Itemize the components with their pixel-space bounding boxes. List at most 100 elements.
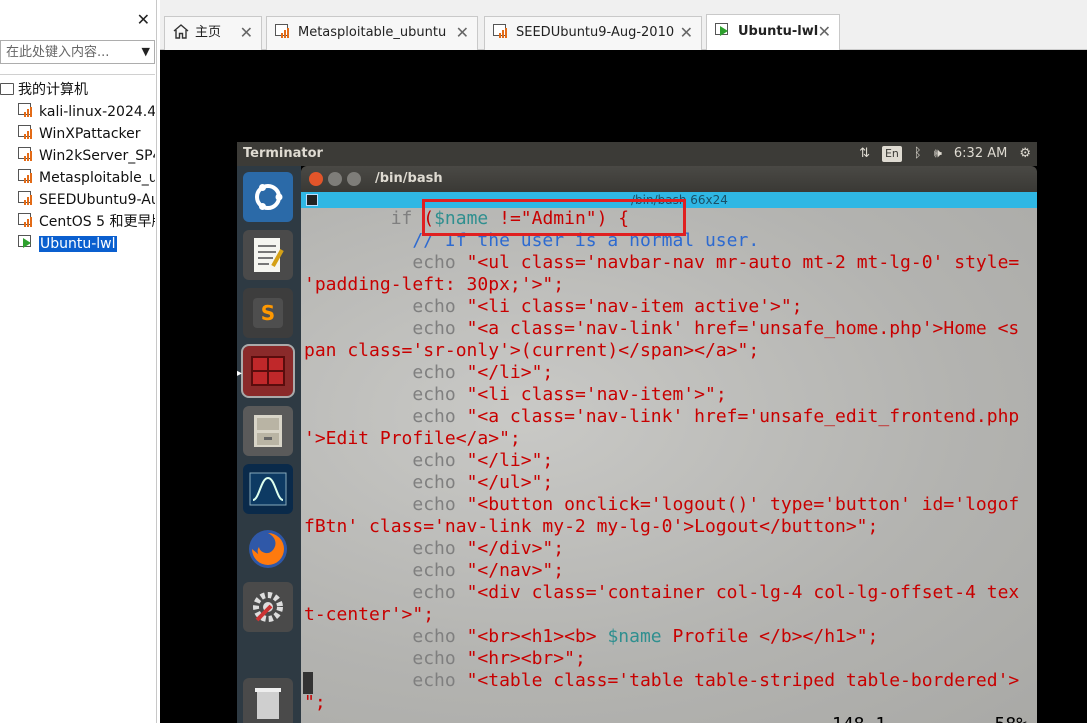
sublime-text-icon[interactable]: S	[243, 288, 293, 338]
maximize-window-icon[interactable]	[347, 172, 361, 186]
code-line: echo "<div class='container col-lg-4 col…	[412, 582, 1020, 603]
terminator-group-icon[interactable]	[306, 194, 318, 206]
file-cabinet-icon[interactable]	[243, 406, 293, 456]
close-library-icon[interactable]: ✕	[137, 12, 150, 28]
code-line: echo "</div>";	[412, 538, 565, 559]
vm-icon	[493, 24, 510, 39]
vm-item-label: Win2kServer_SP4	[39, 148, 155, 164]
tab-label: SEEDUbuntu9-Aug-2010	[516, 25, 675, 40]
vm-running-icon	[18, 235, 35, 250]
vm-icon	[18, 103, 35, 118]
vm-item-label: Metasploitable_ubuntu	[39, 170, 155, 186]
code-listing: if ($name !="Admin") { // If the user is…	[304, 208, 1019, 714]
keyboard-layout[interactable]: En	[881, 146, 902, 162]
ubuntu-dash-icon[interactable]	[243, 172, 293, 222]
code-line: echo "<a class='nav-link' href='unsafe_h…	[412, 318, 1020, 339]
vm-item-winxp[interactable]: WinXPattacker	[0, 123, 155, 145]
vm-icon	[18, 213, 35, 228]
tab-bar: 主页 ✕ Metasploitable_ubuntu ✕ SEEDUbuntu9-A…	[160, 0, 1087, 50]
chevron-down-icon[interactable]: ▼	[142, 45, 150, 58]
system-settings-icon[interactable]	[243, 582, 293, 632]
code-line: '>Edit Profile</a>";	[304, 428, 521, 449]
text-editor-icon[interactable]	[243, 230, 293, 280]
library-search[interactable]: ▼	[0, 40, 155, 64]
tab-metasploitable[interactable]: Metasploitable_ubuntu ✕	[266, 16, 478, 50]
panel-clock[interactable]: 6:32 AM	[954, 142, 1007, 166]
vm-item-win2k[interactable]: Win2kServer_SP4	[0, 145, 155, 167]
highlight-box	[422, 199, 686, 236]
wireshark-icon[interactable]	[243, 464, 293, 514]
minimize-window-icon[interactable]	[328, 172, 342, 186]
computer-icon	[0, 83, 14, 95]
home-icon	[173, 20, 189, 52]
vm-item-label: SEEDUbuntu9-Aug-2010	[39, 192, 155, 208]
vm-icon	[18, 169, 35, 184]
tab-label: Ubuntu-lwl	[738, 24, 819, 39]
tab-label: Metasploitable_ubuntu	[298, 25, 447, 40]
panel-indicators: ⇅ En ᛒ 🕪 6:32 AM ⚙	[859, 142, 1037, 166]
trash-icon[interactable]	[243, 678, 293, 723]
vm-item-label: Ubuntu-lwl	[39, 236, 117, 252]
code-line: echo "</li>";	[412, 450, 554, 471]
vm-item-label: CentOS 5 和更早版本	[39, 214, 155, 230]
tab-seedubuntu[interactable]: SEEDUbuntu9-Aug-2010 ✕	[484, 16, 702, 50]
svg-text:S: S	[261, 301, 275, 325]
code-line: echo "<li class='nav-item active'>";	[412, 296, 803, 317]
library-sidebar: ✕ ▼ 我的计算机 kali-linux-2024.4 WinXPattacke…	[0, 0, 157, 723]
code-line: echo "<a class='nav-link' href='unsafe_e…	[412, 406, 1020, 427]
vm-item-seedubuntu[interactable]: SEEDUbuntu9-Aug-2010	[0, 189, 155, 211]
code-line: echo "</li>";	[412, 362, 554, 383]
code-line: echo "<ul class='navbar-nav mr-auto mt-2…	[412, 252, 1020, 273]
bluetooth-icon[interactable]: ᛒ	[914, 142, 922, 166]
vm-item-centos[interactable]: CentOS 5 和更早版本	[0, 211, 155, 233]
library-header: ✕	[0, 0, 156, 42]
code-line: echo "<table class='table table-striped …	[412, 670, 1020, 691]
tree-root-label: 我的计算机	[18, 82, 88, 98]
vm-running-icon	[715, 23, 732, 38]
tab-label: 主页	[195, 25, 222, 40]
code-line: echo "<button onclick='logout()' type='b…	[412, 494, 1020, 515]
terminator-icon[interactable]	[241, 344, 295, 398]
launcher-indicator: ▸	[237, 368, 243, 379]
code-line: echo "<li class='nav-item'>";	[412, 384, 727, 405]
tree-root[interactable]: 我的计算机	[0, 79, 155, 101]
code-line: pan class='sr-only'>(current)</span></a>…	[304, 340, 760, 361]
close-tab-icon[interactable]: ✕	[240, 17, 253, 49]
network-updown-icon[interactable]: ⇅	[859, 142, 870, 166]
close-tab-icon[interactable]: ✕	[680, 17, 693, 49]
panel-app-title: Terminator	[243, 146, 323, 161]
terminal-cursor	[303, 672, 313, 694]
ubuntu-top-panel: Terminator ⇅ En ᛒ 🕪 6:32 AM ⚙	[237, 142, 1037, 166]
vim-status: 148,1 58%	[832, 714, 1027, 723]
terminal-window-title: /bin/bash	[375, 171, 443, 186]
code-line: echo "</ul>";	[412, 472, 554, 493]
tab-ubuntu-lwl[interactable]: Ubuntu-lwl ✕	[706, 14, 840, 50]
code-line: echo "<hr><br>";	[412, 648, 586, 669]
vm-icon	[18, 147, 35, 162]
vm-icon	[18, 125, 35, 140]
tab-home[interactable]: 主页 ✕	[164, 16, 262, 50]
vmware-window: ✕ ▼ 我的计算机 kali-linux-2024.4 WinXPattacke…	[0, 0, 1087, 723]
code-line: 'padding-left: 30px;'>";	[304, 274, 565, 295]
vm-item-ubuntu-lwl[interactable]: Ubuntu-lwl	[0, 233, 155, 255]
terminal-body[interactable]: if ($name !="Admin") { // If the user is…	[301, 208, 1037, 723]
vm-icon	[275, 24, 292, 39]
vm-tree: 我的计算机 kali-linux-2024.4 WinXPattacker Wi…	[0, 74, 155, 255]
library-search-input[interactable]	[1, 41, 129, 64]
volume-icon[interactable]: 🕪	[934, 142, 942, 166]
terminal-window-titlebar[interactable]: /bin/bash	[301, 166, 1037, 192]
vm-icon	[18, 191, 35, 206]
settings-gear-icon[interactable]: ⚙	[1019, 142, 1031, 166]
unity-launcher: S	[237, 166, 301, 723]
vm-item-label: kali-linux-2024.4	[39, 104, 155, 120]
close-tab-icon[interactable]: ✕	[456, 17, 469, 49]
code-line: echo "</nav>";	[412, 560, 565, 581]
code-line: t-center'>";	[304, 604, 435, 625]
vm-item-kali[interactable]: kali-linux-2024.4	[0, 101, 155, 123]
close-window-icon[interactable]	[309, 172, 323, 186]
vm-item-metasploitable[interactable]: Metasploitable_ubuntu	[0, 167, 155, 189]
close-tab-icon[interactable]: ✕	[818, 15, 831, 49]
firefox-icon[interactable]	[243, 524, 293, 574]
code-line: echo "<br><h1><b> $name Profile </b></h1…	[412, 626, 879, 647]
code-line: fBtn' class='nav-link my-2 my-lg-0'>Logo…	[304, 516, 879, 537]
